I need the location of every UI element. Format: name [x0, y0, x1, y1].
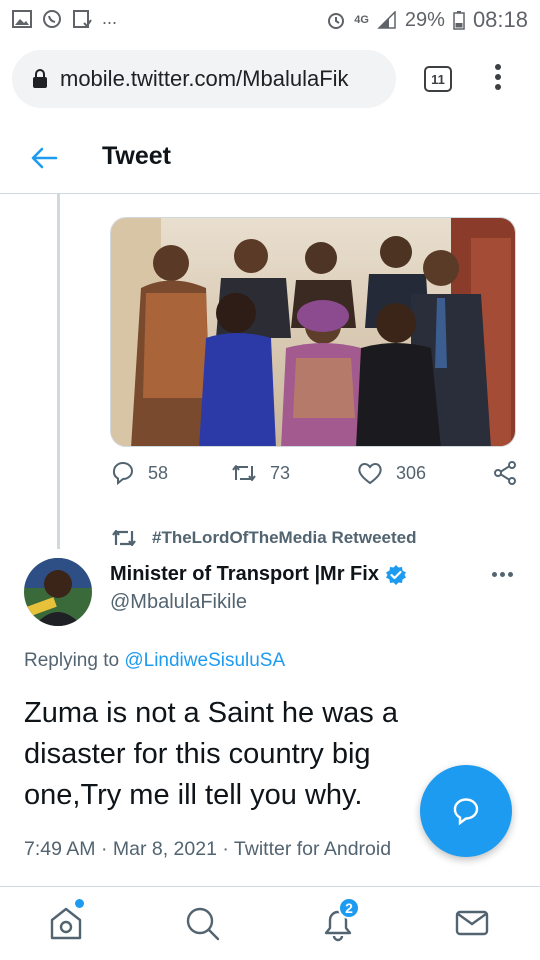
system-indicators: 4G 29% 08:18 — [326, 7, 528, 33]
lock-icon — [33, 69, 47, 88]
like-action[interactable]: 306 — [356, 460, 426, 486]
retweet-icon — [112, 529, 136, 547]
alarm-icon — [328, 13, 345, 29]
reply-icon — [112, 462, 133, 486]
display-name[interactable]: Minister of Transport |Mr Fix — [110, 563, 407, 586]
user-handle[interactable]: @MbalulaFikile — [110, 591, 247, 614]
clock: 08:18 — [472, 7, 528, 32]
signal-icon — [377, 11, 396, 29]
network-type: 4G — [354, 14, 369, 26]
url-text[interactable]: mobile.twitter.com/MbalulaFik — [60, 66, 380, 92]
avatar[interactable] — [24, 558, 92, 626]
battery-icon — [453, 11, 465, 30]
verified-badge-icon — [385, 564, 406, 585]
home-unread-dot — [75, 899, 84, 908]
browser-toolbar: mobile.twitter.com/MbalulaFik 11 — [0, 38, 540, 122]
more-options-button[interactable] — [492, 572, 513, 577]
download-icon — [73, 9, 92, 28]
status-bar: ... 4G 29% 08:18 — [0, 0, 540, 38]
share-icon — [494, 461, 516, 485]
tab-switcher-button[interactable]: 11 — [424, 66, 452, 92]
gallery-icon — [12, 9, 32, 28]
overflow-indicator: ... — [102, 8, 118, 28]
address-bar[interactable]: mobile.twitter.com/MbalulaFik — [12, 50, 396, 108]
display-name-text: Minister of Transport |Mr Fix — [110, 563, 379, 585]
previous-tweet-actions: 58 73 306 — [110, 460, 520, 496]
notification-icons: ... — [12, 8, 117, 29]
reply-count: 58 — [148, 462, 169, 483]
messages-icon[interactable] — [452, 903, 492, 943]
replying-mention-link[interactable]: @LindiweSisuluSA — [124, 650, 285, 671]
replying-to: Replying to @LindiweSisuluSA — [24, 650, 285, 672]
group-photo-image — [111, 218, 515, 446]
compose-reply-button[interactable] — [420, 765, 512, 857]
retweet-context[interactable]: #TheLordOfTheMedia Retweeted — [110, 526, 416, 550]
reply-bubble-icon — [453, 798, 479, 826]
notifications-badge: 2 — [338, 897, 360, 919]
tweet-photo[interactable] — [110, 217, 516, 447]
back-arrow-icon[interactable] — [30, 144, 58, 172]
heart-icon — [358, 463, 382, 485]
page-header: Tweet — [0, 122, 540, 194]
reply-action[interactable]: 58 — [110, 460, 168, 486]
browser-menu-button[interactable] — [488, 64, 508, 94]
replying-prefix: Replying to — [24, 650, 120, 671]
tweet-timestamp[interactable]: 7:49 AM · Mar 8, 2021 · Twitter for Andr… — [24, 838, 391, 861]
thread-connector — [57, 194, 60, 549]
search-icon[interactable] — [182, 903, 222, 943]
whatsapp-icon — [43, 9, 61, 28]
share-action[interactable] — [492, 460, 518, 486]
retweet-icon — [232, 465, 256, 481]
retweet-count: 73 — [270, 462, 291, 483]
avatar-image — [24, 558, 92, 626]
home-icon[interactable] — [46, 903, 86, 943]
retweet-context-label: #TheLordOfTheMedia Retweeted — [152, 528, 417, 547]
like-count: 306 — [396, 462, 427, 483]
page-title: Tweet — [102, 142, 171, 170]
bottom-navigation — [0, 886, 540, 960]
tweet-text: Zuma is not a Saint he was a disaster fo… — [24, 697, 398, 811]
battery-percent: 29% — [404, 8, 445, 31]
retweet-action[interactable]: 73 — [230, 460, 290, 486]
